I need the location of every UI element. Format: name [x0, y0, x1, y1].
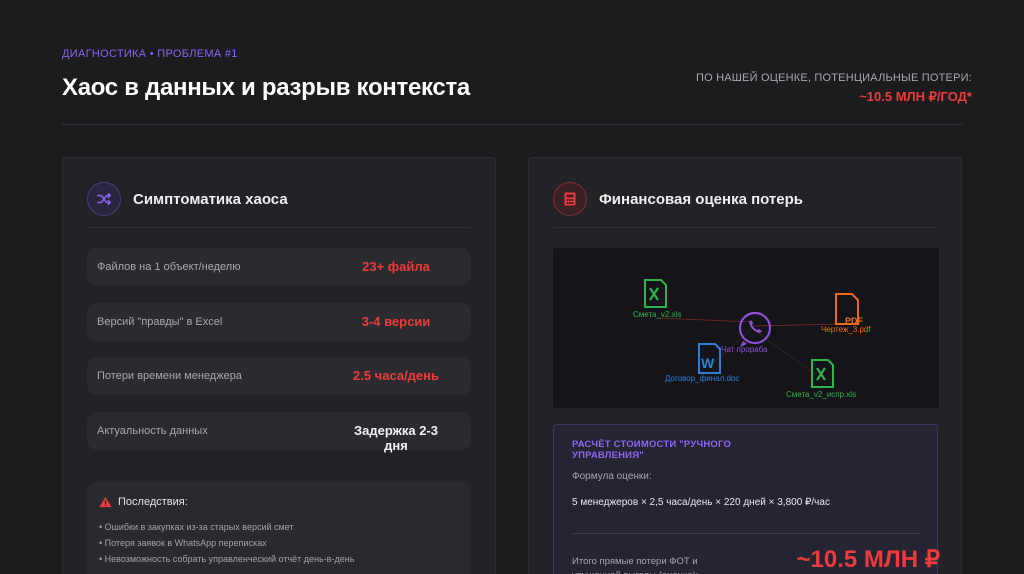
file-label: Чертеж_3.pdf	[821, 325, 871, 334]
calculator-icon	[553, 182, 587, 216]
svg-text:W: W	[701, 355, 715, 371]
total-label: Итого прямые потери ФОТ и упущенной выго…	[572, 556, 698, 574]
file-chaos-illustration: PDF W Смета_v2.xls Чертеж_3.pdf Чат прор…	[553, 248, 939, 408]
file-label: Чат прораба	[721, 345, 768, 354]
metric-row: Версий "правды" в Excel 3-4 версии	[87, 303, 471, 341]
metric-row: Потери времени менеджера 2.5 часа/день	[87, 357, 471, 395]
list-item: • Потеря заявок в WhatsApp переписках	[99, 538, 267, 548]
metric-label: Актуальность данных	[97, 425, 208, 437]
loss-note: ПО НАШЕЙ ОЦЕНКЕ, ПОТЕНЦИАЛЬНЫЕ ПОТЕРИ:	[695, 72, 972, 84]
file-label: Смета_v2_испр.xls	[786, 390, 857, 399]
symptoms-panel: Симптоматика хаоса Файлов на 1 объект/не…	[62, 157, 496, 574]
page-title: Хаос в данных и разрыв контекста	[62, 74, 470, 101]
excel-icon	[644, 279, 667, 308]
list-item: • Ошибки в закупках из-за старых версий …	[99, 522, 294, 532]
warning-icon	[99, 496, 112, 508]
metric-label: Файлов на 1 объект/неделю	[97, 261, 241, 273]
metric-label: Версий "правды" в Excel	[97, 316, 223, 328]
total-value: ~10.5 МЛН ₽	[796, 546, 941, 573]
file-label: Смета_v2.xls	[633, 310, 682, 319]
shuffle-icon	[87, 182, 121, 216]
consequences-box: Последствия: • Ошибки в закупках из-за с…	[87, 482, 471, 574]
symptoms-title: Симптоматика хаоса	[133, 191, 288, 208]
cost-calculation-box: РАСЧЁТ СТОИМОСТИ "РУЧНОГО УПРАВЛЕНИЯ" Фо…	[553, 424, 941, 574]
metric-row: Файлов на 1 объект/неделю 23+ файла	[87, 248, 471, 286]
metric-value: 2.5 часа/день	[352, 368, 440, 383]
metric-value: 3-4 версии	[361, 314, 431, 329]
calc-title: РАСЧЁТ СТОИМОСТИ "РУЧНОГО УПРАВЛЕНИЯ"	[572, 439, 732, 461]
consequences-title: Последствия:	[118, 496, 188, 508]
symptoms-panel-header: Симптоматика хаоса	[87, 182, 471, 228]
page-header: ДИАГНОСТИКА • ПРОБЛЕМА #1 Хаос в данных …	[62, 0, 972, 125]
finance-title: Финансовая оценка потерь	[599, 191, 804, 208]
divider	[572, 533, 921, 534]
list-item: • Невозможность собрать управленческий о…	[99, 554, 355, 564]
excel-icon	[811, 359, 834, 388]
metric-value: 23+ файла	[362, 259, 430, 274]
finance-panel: Финансовая оценка потерь PDF W Смета_v2.…	[528, 157, 962, 574]
file-label: Договор_финал.doc	[665, 374, 740, 383]
consequences-header: Последствия:	[99, 496, 188, 508]
pdf-icon: PDF	[835, 293, 864, 326]
whatsapp-icon	[738, 311, 772, 347]
loss-value: ~10.5 МЛН ₽/ГОД*	[859, 89, 972, 104]
formula-label: Формула оценки:	[572, 471, 652, 482]
metric-label: Потери времени менеджера	[97, 370, 242, 382]
word-icon: W	[698, 343, 721, 374]
formula-text: 5 менеджеров × 2,5 часа/день × 220 дней …	[572, 497, 830, 508]
eyebrow-label: ДИАГНОСТИКА • ПРОБЛЕМА #1	[62, 48, 238, 60]
finance-panel-header: Финансовая оценка потерь	[553, 182, 937, 228]
metric-value: Задержка 2-3 дня	[354, 423, 438, 453]
metric-row: Актуальность данных Задержка 2-3 дня	[87, 412, 471, 453]
